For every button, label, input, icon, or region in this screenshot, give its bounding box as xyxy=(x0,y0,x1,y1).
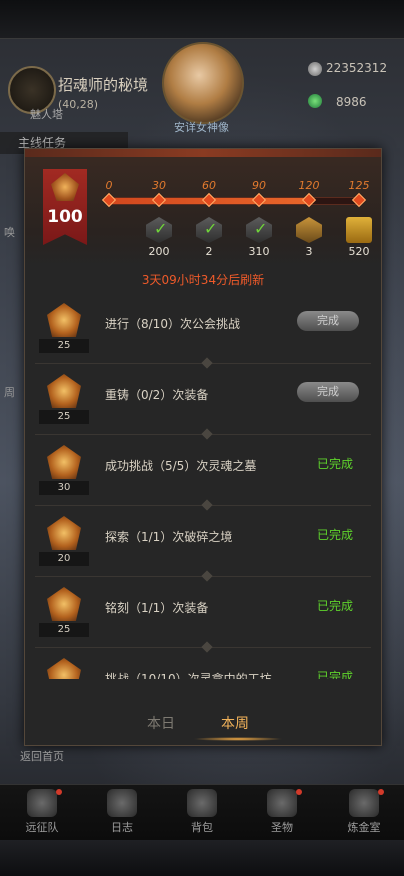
notification-dot xyxy=(378,789,384,795)
nav-item-backpack[interactable]: 背包 xyxy=(172,789,232,835)
panel-top-ornament xyxy=(25,149,381,157)
nav-item-expedition[interactable]: 远征队 xyxy=(12,789,72,835)
side-label-summon[interactable]: 唤 xyxy=(4,224,15,240)
top-bar xyxy=(0,0,404,39)
task-description: 重铸（0/2）次装备 xyxy=(105,388,209,402)
reward-count: 3 xyxy=(305,245,313,258)
task-points: 25 xyxy=(39,410,89,424)
task-emblem-icon xyxy=(47,445,81,479)
weekly-task-panel: 100 0 30 60 90 120 125 ✓ 200 ✓ 2 ✓ 310 3 520 3天09小时3… xyxy=(24,148,382,746)
reward-gold-icon[interactable] xyxy=(296,217,322,243)
task-completed-label: 已完成 xyxy=(317,457,354,471)
task-list[interactable]: 25 进行（8/10）次公会挑战 完成 25 重铸（0/2）次装备 完成 30 成功挑战（5/… xyxy=(35,293,371,679)
task-complete-button[interactable]: 完成 xyxy=(297,311,359,331)
milestone-tick-label: 60 xyxy=(202,179,216,192)
milestone-tick-label: 30 xyxy=(152,179,166,192)
task-completed-label: 已完成 xyxy=(317,670,354,679)
task-description: 挑战（10/10）次灵龛中的工坊 xyxy=(105,672,272,679)
task-completed-label: 已完成 xyxy=(317,528,354,542)
milestone-tick-label: 90 xyxy=(252,179,266,192)
task-points: 25 xyxy=(39,339,89,353)
activity-level-value: 100 xyxy=(47,207,83,227)
silver-coin-icon xyxy=(308,62,322,76)
location-title: 招魂师的秘境 xyxy=(58,76,149,94)
reward-chest-icon[interactable]: ✓ xyxy=(196,217,222,243)
task-points: 30 xyxy=(39,481,89,495)
reward-scroll-icon[interactable] xyxy=(346,217,372,243)
expedition-icon xyxy=(27,789,57,817)
notification-dot xyxy=(56,789,62,795)
location-subtitle: 魅人塔 xyxy=(30,108,63,121)
task-emblem-icon xyxy=(47,303,81,337)
nav-item-alchemy[interactable]: 炼金室 xyxy=(334,789,394,835)
task-row: 25 铭刻（1/1）次装备 已完成 xyxy=(35,577,371,653)
task-description: 进行（8/10）次公会挑战 xyxy=(105,317,240,331)
bottom-navigation: 远征队 日志 背包 圣物 炼金室 xyxy=(0,784,404,841)
bottom-ornament xyxy=(0,840,404,876)
journal-icon xyxy=(107,789,137,817)
backpack-icon xyxy=(187,789,217,817)
portrait-name: 安详女神像 xyxy=(174,121,229,134)
reward-count: 310 xyxy=(248,245,270,258)
claimed-check-icon: ✓ xyxy=(254,219,268,238)
task-row: 30 成功挑战（5/5）次灵魂之墓 已完成 xyxy=(35,435,371,511)
nav-item-relic[interactable]: 圣物 xyxy=(252,789,312,835)
task-row: 20 探索（1/1）次破碎之境 已完成 xyxy=(35,506,371,582)
nav-label: 背包 xyxy=(191,821,213,834)
task-emblem-icon xyxy=(47,587,81,621)
task-completed-label: 已完成 xyxy=(317,599,354,613)
resource-silver: 22352312 xyxy=(326,61,388,75)
task-row: 挑战（10/10）次灵龛中的工坊 已完成 xyxy=(35,648,371,679)
refresh-timer: 3天09小时34分后刷新 xyxy=(141,273,265,287)
task-complete-button[interactable]: 完成 xyxy=(297,382,359,402)
task-row: 25 进行（8/10）次公会挑战 完成 xyxy=(35,293,371,369)
reward-count: 2 xyxy=(205,245,213,258)
task-row: 25 重铸（0/2）次装备 完成 xyxy=(35,364,371,440)
milestone-tick-label: 125 xyxy=(348,179,370,192)
task-emblem-icon xyxy=(47,516,81,550)
nav-item-journal[interactable]: 日志 xyxy=(92,789,152,835)
relic-icon xyxy=(267,789,297,817)
location-coords: (40,28) xyxy=(58,98,99,111)
milestone-tick-label: 120 xyxy=(298,179,320,192)
task-points: 20 xyxy=(39,552,89,566)
milestone-tick-label: 0 xyxy=(105,179,113,192)
nav-label: 日志 xyxy=(111,821,133,834)
return-home-label[interactable]: 返回首页 xyxy=(20,748,64,764)
reward-box xyxy=(346,217,372,243)
emerald-gem-icon xyxy=(308,94,322,108)
reward-count: 200 xyxy=(148,245,170,258)
task-description: 探索（1/1）次破碎之境 xyxy=(105,530,233,544)
alchemy-icon xyxy=(349,789,379,817)
notification-dot xyxy=(296,789,302,795)
goddess-portrait-avatar[interactable] xyxy=(162,42,244,124)
task-points: 25 xyxy=(39,623,89,637)
nav-label: 远征队 xyxy=(25,821,59,834)
task-emblem-icon xyxy=(47,374,81,408)
period-tabs: 本日 本周 xyxy=(25,705,381,745)
side-label-week[interactable]: 周 xyxy=(4,384,15,400)
nav-label: 圣物 xyxy=(271,821,293,834)
task-description: 成功挑战（5/5）次灵魂之墓 xyxy=(105,459,257,473)
reward-box xyxy=(296,217,322,243)
task-emblem-icon xyxy=(47,658,81,679)
nav-label: 炼金室 xyxy=(347,821,381,834)
tab-daily[interactable]: 本日 xyxy=(147,713,175,733)
tab-weekly[interactable]: 本周 xyxy=(221,713,249,733)
progress-track xyxy=(109,197,361,205)
reward-chest-icon[interactable]: ✓ xyxy=(146,217,172,243)
reward-count: 520 xyxy=(348,245,370,258)
claimed-check-icon: ✓ xyxy=(204,219,218,238)
reward-chest-icon[interactable]: ✓ xyxy=(246,217,272,243)
resource-gems: 8986 xyxy=(336,95,367,109)
task-description: 铭刻（1/1）次装备 xyxy=(105,601,209,615)
claimed-check-icon: ✓ xyxy=(154,219,168,238)
active-tab-glow xyxy=(193,737,283,741)
